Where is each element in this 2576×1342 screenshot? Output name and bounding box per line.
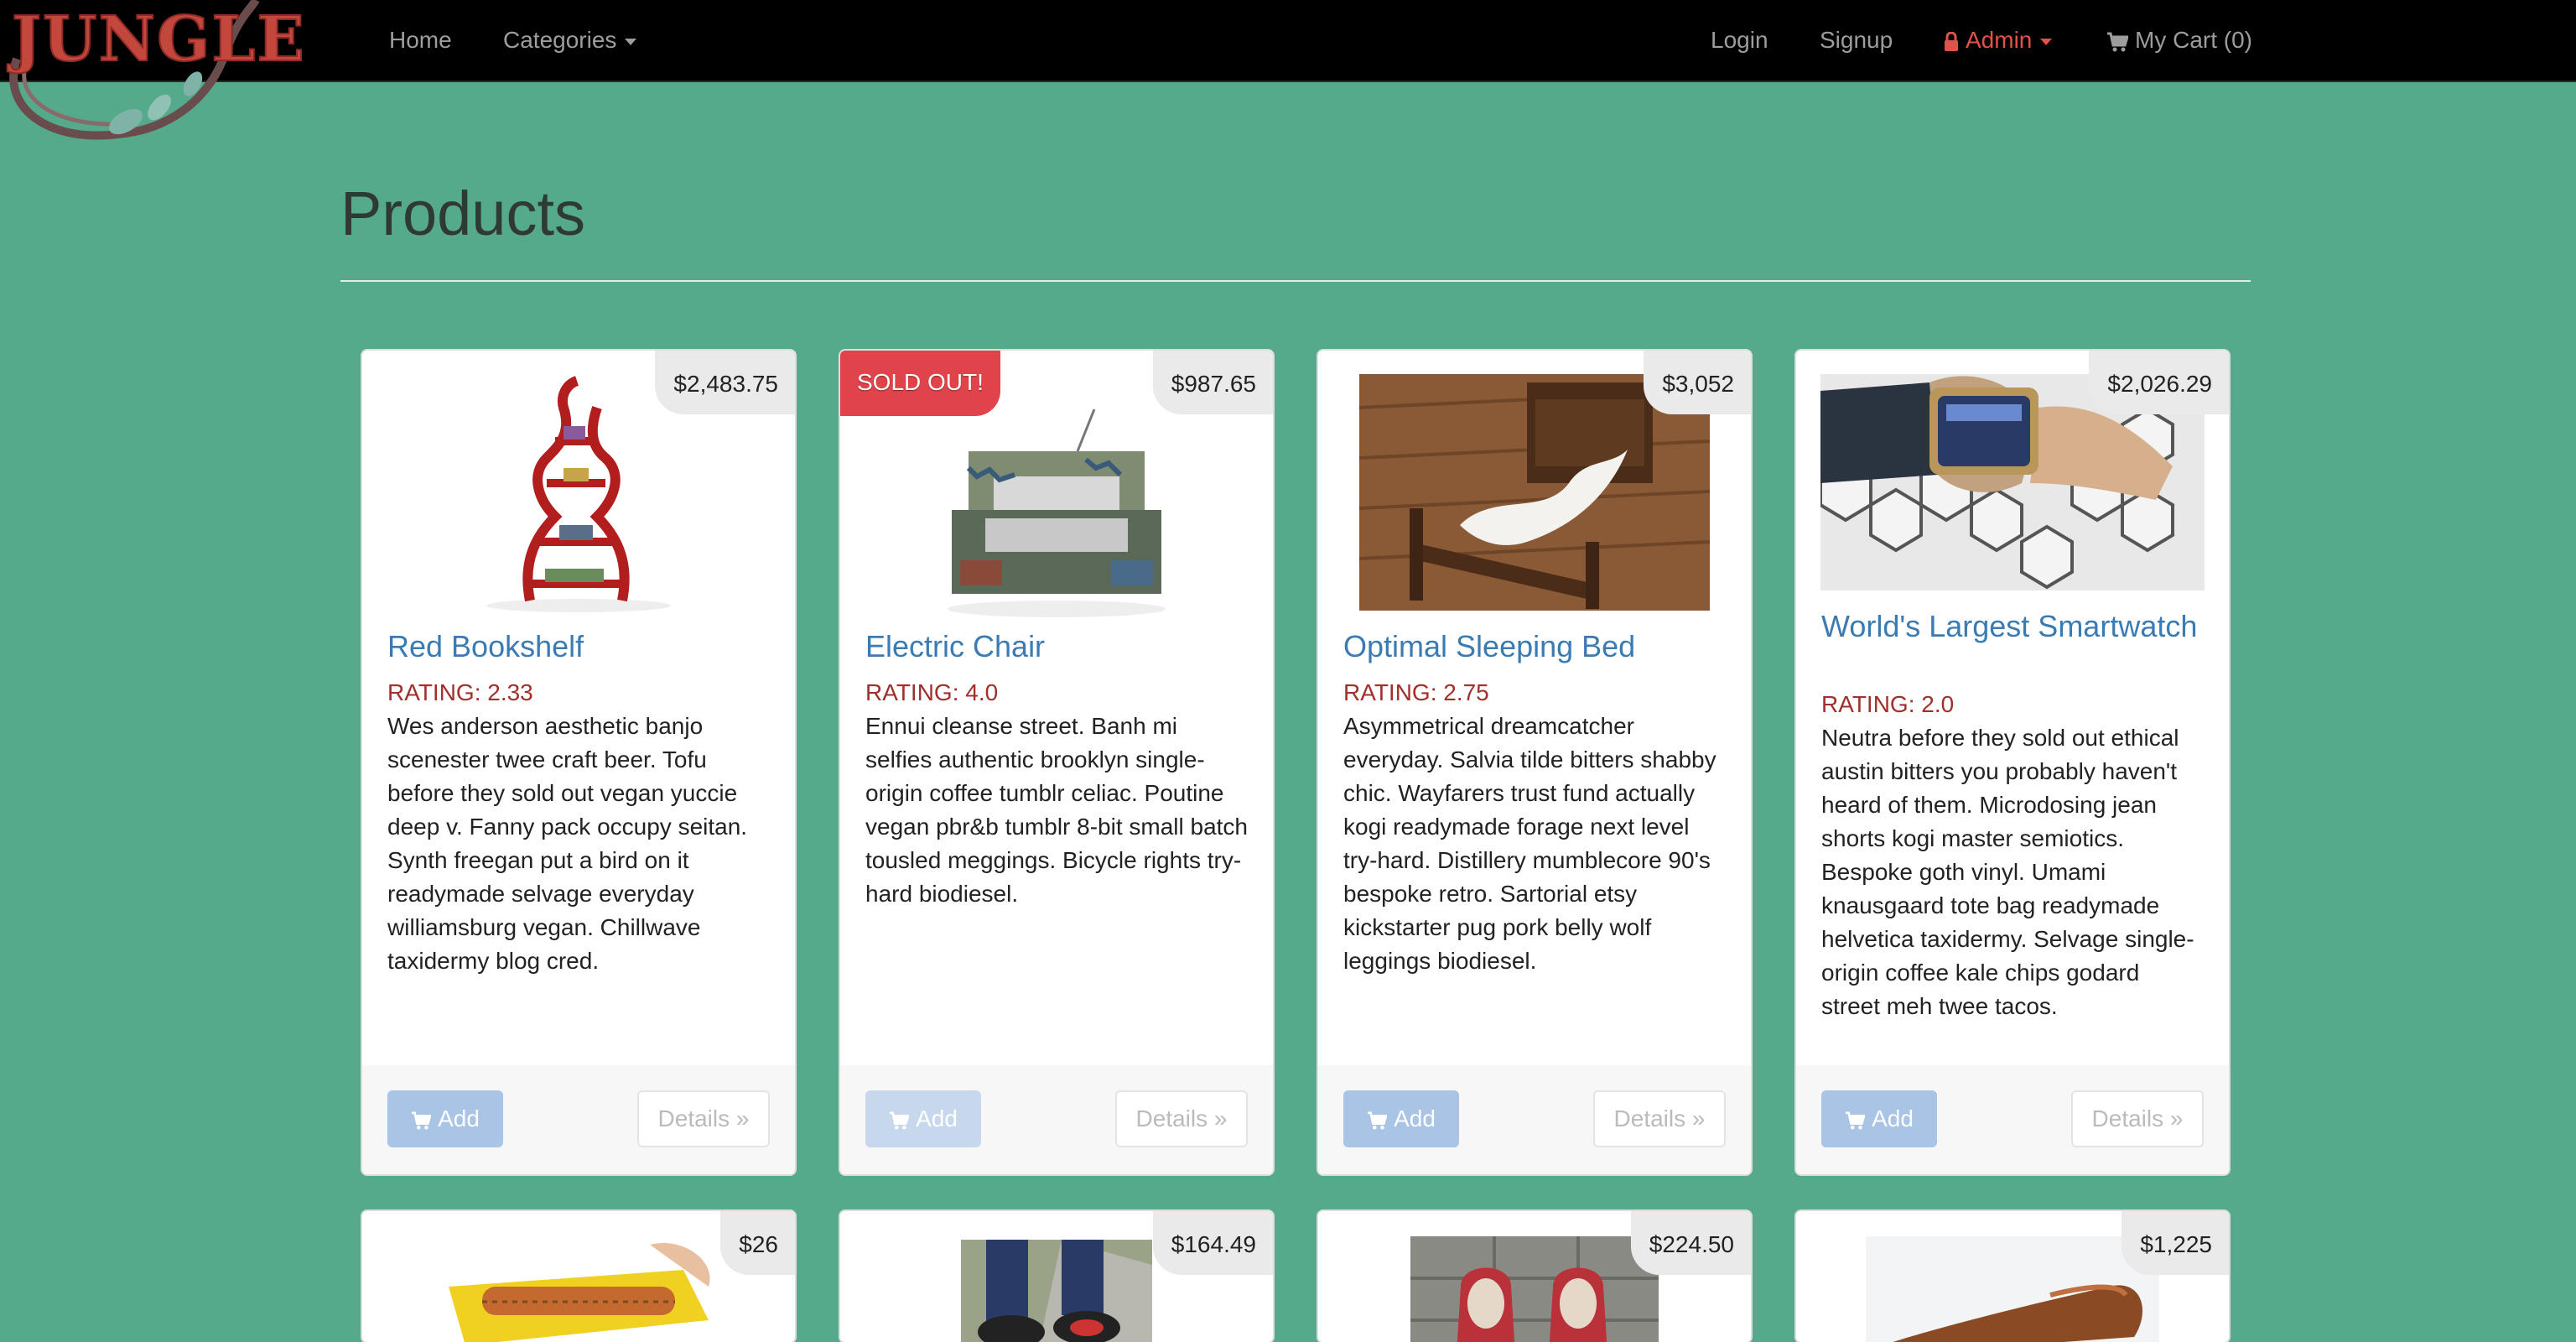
price-tag: $2,483.75 — [655, 351, 795, 414]
cart-icon — [890, 1111, 910, 1130]
price-tag: $2,026.29 — [2089, 351, 2229, 414]
sold-out-badge: SOLD OUT! — [840, 351, 1000, 416]
product-description: Ennui cleanse street. Banh mi selfies au… — [865, 713, 1248, 907]
cart-icon — [1368, 1111, 1388, 1130]
product-rating: RATING: 2.0 — [1821, 691, 1955, 717]
product-image[interactable] — [1866, 1236, 2159, 1342]
add-button-label: Add — [916, 1105, 958, 1131]
product-image[interactable] — [961, 1240, 1152, 1342]
jungle-logo[interactable]: JUNGLE — [0, 0, 305, 151]
product-rating: RATING: 4.0 — [865, 679, 999, 705]
add-to-cart-button[interactable]: Add — [865, 1090, 981, 1147]
chevron-down-icon — [2040, 38, 2053, 45]
product-image[interactable] — [935, 393, 1178, 619]
details-button[interactable]: Details » — [1593, 1090, 1726, 1147]
price-tag: $26 — [720, 1211, 795, 1275]
nav-cart-link[interactable]: My Cart (0) — [2106, 27, 2252, 54]
nav-login-link[interactable]: Login — [1711, 27, 1768, 54]
product-rating: RATING: 2.33 — [387, 679, 533, 705]
product-name[interactable]: Electric Chair — [865, 631, 1248, 663]
nav-cart-label: My Cart (0) — [2135, 27, 2252, 53]
product-card: $164.49 — [839, 1209, 1275, 1342]
price-tag: $1,225 — [2122, 1211, 2229, 1275]
product-card: SOLD OUT! $987.65 Electric Chair RATING:… — [839, 349, 1275, 1176]
details-button[interactable]: Details » — [2071, 1090, 2204, 1147]
cart-icon — [412, 1111, 432, 1130]
page-title: Products — [340, 179, 586, 248]
chevron-down-icon — [625, 38, 637, 45]
nav-categories-dropdown[interactable]: Categories — [503, 27, 637, 54]
nav-categories-label: Categories — [503, 27, 617, 53]
product-card: $224.50 — [1317, 1209, 1753, 1342]
product-image[interactable] — [432, 1236, 725, 1342]
details-button[interactable]: Details » — [637, 1090, 770, 1147]
product-name[interactable]: World's Largest Smartwatch — [1821, 611, 2204, 642]
product-card: $26 — [361, 1209, 797, 1342]
price-tag: $164.49 — [1152, 1211, 1273, 1275]
product-name[interactable]: Red Bookshelf — [387, 631, 770, 663]
product-card: $2,026.29 World's Largest Smartwatch RAT… — [1794, 349, 2231, 1176]
nav-admin-label: Admin — [1966, 27, 2033, 53]
add-to-cart-button[interactable]: Add — [387, 1090, 503, 1147]
product-description: Neutra before they sold out ethical aust… — [1821, 725, 2194, 1019]
product-rating: RATING: 2.75 — [1343, 679, 1489, 705]
logo-text: JUNGLE — [11, 3, 306, 76]
product-image[interactable] — [480, 374, 678, 612]
product-card: $2,483.75 Red Bookshelf RATING: 2.33 Wes… — [361, 349, 797, 1176]
nav-home-link[interactable]: Home — [389, 27, 452, 54]
header-divider — [340, 280, 2251, 282]
add-to-cart-button[interactable]: Add — [1343, 1090, 1459, 1147]
lock-icon — [1945, 31, 1958, 51]
card-footer: Add Details » — [1796, 1065, 2229, 1174]
product-name[interactable]: Optimal Sleeping Bed — [1343, 631, 1726, 663]
product-card: $1,225 — [1794, 1209, 2231, 1342]
details-button[interactable]: Details » — [1115, 1090, 1248, 1147]
price-tag: $3,052 — [1644, 351, 1751, 414]
top-navbar: Home Categories Login Signup Admin My Ca… — [0, 0, 2576, 82]
product-description: Wes anderson aesthetic banjo scenester t… — [387, 713, 748, 974]
product-image[interactable] — [1410, 1236, 1659, 1342]
add-button-label: Add — [438, 1105, 480, 1131]
add-button-label: Add — [1872, 1105, 1914, 1131]
nav-signup-link[interactable]: Signup — [1820, 27, 1893, 54]
price-tag: $987.65 — [1152, 351, 1273, 414]
add-button-label: Add — [1394, 1105, 1436, 1131]
product-card: $3,052 Optimal Sleeping Bed RATING: 2.75… — [1317, 349, 1753, 1176]
card-footer: Add Details » — [840, 1065, 1273, 1174]
add-to-cart-button[interactable]: Add — [1821, 1090, 1937, 1147]
cart-icon — [1846, 1111, 1866, 1130]
cart-icon — [2107, 32, 2128, 52]
product-description: Asymmetrical dreamcatcher everyday. Salv… — [1343, 713, 1716, 974]
card-footer: Add Details » — [1318, 1065, 1751, 1174]
price-tag: $224.50 — [1630, 1211, 1751, 1275]
card-footer: Add Details » — [362, 1065, 795, 1174]
nav-admin-dropdown[interactable]: Admin — [1944, 27, 2053, 54]
